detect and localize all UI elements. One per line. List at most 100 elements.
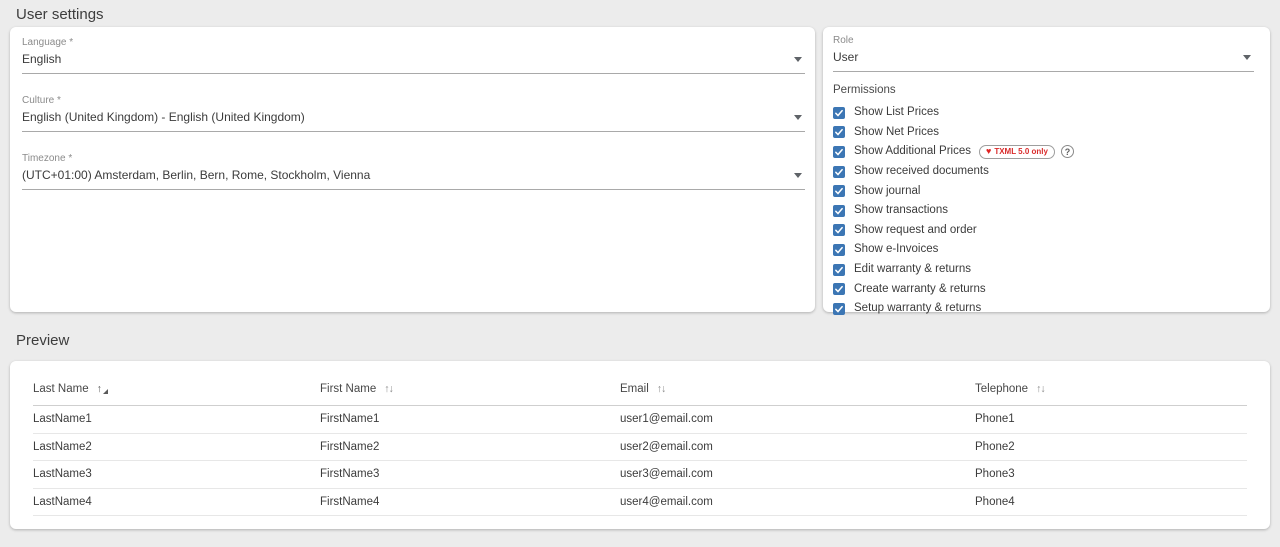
- preview-table-card: Last Name ↑ First Name ↑↓ Email ↑↓ Telephone ↑↓…: [10, 361, 1270, 529]
- checkbox-checked[interactable]: [833, 165, 845, 178]
- table-cell: LastName3: [33, 468, 92, 481]
- permissions-list: Show List Prices Show Net Prices Show Addi…: [833, 103, 1254, 319]
- table-cell: LastName2: [33, 440, 92, 453]
- permission-item[interactable]: Show journal: [833, 181, 1254, 201]
- permission-label[interactable]: Show e-Invoices: [854, 243, 938, 256]
- permission-item[interactable]: Create warranty & returns: [833, 279, 1254, 299]
- table-header-row: Last Name ↑ First Name ↑↓ Email ↑↓ Telephone ↑↓: [33, 373, 1247, 406]
- page-title: User settings: [16, 6, 104, 23]
- checkmark-icon: [835, 305, 843, 313]
- chevron-down-icon: [794, 173, 802, 178]
- table-cell: Phone2: [975, 440, 1015, 453]
- permission-label[interactable]: Show Additional Prices: [854, 145, 971, 158]
- language-select[interactable]: English: [22, 53, 805, 74]
- permission-label[interactable]: Edit warranty & returns: [854, 263, 971, 276]
- timezone-select[interactable]: (UTC+01:00) Amsterdam, Berlin, Bern, Rom…: [22, 169, 805, 190]
- language-value: English: [22, 52, 62, 66]
- permission-item[interactable]: Show e-Invoices: [833, 240, 1254, 260]
- sort-arrow-up: ↑: [96, 382, 102, 395]
- column-header-label: First Name: [320, 383, 377, 395]
- timezone-value: (UTC+01:00) Amsterdam, Berlin, Bern, Rom…: [22, 168, 371, 182]
- table-row: LastName4 FirstName4 user4@email.com Phone4: [33, 489, 1247, 516]
- permission-item[interactable]: Show received documents: [833, 162, 1254, 182]
- sort-both-icon: ↑↓: [1036, 382, 1045, 395]
- txml-only-badge: ♥ TXML 5.0 only: [978, 144, 1055, 159]
- culture-label: Culture *: [22, 95, 61, 106]
- sort-ascending-icon: ↑: [96, 382, 108, 395]
- chevron-down-icon: [794, 115, 802, 120]
- role-select[interactable]: User: [833, 51, 1254, 72]
- table-row: LastName1 FirstName1 user1@email.com Phone1: [33, 406, 1247, 434]
- role-label: Role: [833, 35, 854, 46]
- permission-item[interactable]: Show transactions: [833, 201, 1254, 221]
- checkbox-checked[interactable]: [833, 302, 845, 315]
- checkbox-checked[interactable]: [833, 126, 845, 139]
- permission-item[interactable]: Setup warranty & returns: [833, 299, 1254, 319]
- permission-item[interactable]: Show List Prices: [833, 103, 1254, 123]
- permission-label[interactable]: Show transactions: [854, 204, 948, 217]
- checkmark-icon: [835, 266, 843, 274]
- role-value: User: [833, 50, 859, 64]
- culture-field: Culture * English (United Kingdom) - Eng…: [22, 95, 805, 132]
- checkbox-checked[interactable]: [833, 263, 845, 276]
- checkbox-checked[interactable]: [833, 204, 845, 217]
- table-cell: FirstName2: [320, 440, 380, 453]
- language-field: Language * English: [22, 37, 805, 74]
- culture-value: English (United Kingdom) - English (Unit…: [22, 110, 305, 124]
- chevron-down-icon: [1243, 55, 1251, 60]
- checkbox-checked[interactable]: [833, 243, 845, 256]
- badge-label: TXML 5.0 only: [994, 147, 1048, 157]
- permission-label[interactable]: Show journal: [854, 185, 920, 198]
- permission-label[interactable]: Setup warranty & returns: [854, 302, 981, 315]
- column-header-last-name[interactable]: Last Name ↑: [33, 383, 320, 395]
- checkmark-icon: [835, 148, 843, 156]
- checkmark-icon: [835, 168, 843, 176]
- help-circle-icon[interactable]: ?: [1060, 145, 1074, 159]
- checkbox-checked[interactable]: [833, 224, 845, 237]
- checkmark-icon: [835, 227, 843, 234]
- table-cell: user2@email.com: [620, 440, 713, 453]
- column-header-first-name[interactable]: First Name ↑↓: [320, 383, 620, 395]
- permission-label[interactable]: Show Net Prices: [854, 126, 939, 139]
- culture-select[interactable]: English (United Kingdom) - English (Unit…: [22, 111, 805, 132]
- checkbox-checked[interactable]: [833, 283, 845, 296]
- permission-item[interactable]: Show Net Prices: [833, 123, 1254, 143]
- sort-direction-triangle: [102, 388, 108, 394]
- permission-label[interactable]: Show List Prices: [854, 106, 939, 119]
- table-cell: LastName1: [33, 413, 92, 426]
- permission-label[interactable]: Show request and order: [854, 224, 977, 237]
- table-cell: Phone3: [975, 468, 1015, 481]
- permission-item[interactable]: Edit warranty & returns: [833, 260, 1254, 280]
- column-header-label: Last Name: [33, 383, 89, 395]
- table-cell: LastName4: [33, 495, 92, 508]
- permission-item[interactable]: Show request and order: [833, 221, 1254, 241]
- column-header-telephone[interactable]: Telephone ↑↓: [975, 383, 1247, 395]
- permission-label[interactable]: Create warranty & returns: [854, 283, 986, 296]
- table-cell: FirstName4: [320, 495, 380, 508]
- checkmark-icon: [835, 129, 843, 136]
- preview-title: Preview: [16, 332, 70, 349]
- checkmark-icon: [835, 207, 843, 215]
- timezone-label: Timezone *: [22, 153, 73, 164]
- checkbox-checked[interactable]: [833, 145, 845, 158]
- language-label: Language *: [22, 37, 74, 48]
- column-header-email[interactable]: Email ↑↓: [620, 383, 975, 395]
- checkmark-icon: [835, 286, 843, 293]
- role-permissions-card: Role User Permissions Show List Prices Sh…: [823, 27, 1270, 315]
- checkmark-icon: [835, 246, 843, 254]
- table-cell: user4@email.com: [620, 495, 713, 508]
- table-cell: user3@email.com: [620, 468, 713, 481]
- chevron-down-icon: [794, 57, 802, 62]
- table-row: LastName2 FirstName2 user2@email.com Phone2: [33, 434, 1247, 461]
- checkbox-checked[interactable]: [833, 185, 845, 198]
- checkbox-checked[interactable]: [833, 106, 845, 119]
- permission-label[interactable]: Show received documents: [854, 165, 989, 178]
- settings-cards-row: Language * English Culture * English (Un…: [10, 27, 1270, 315]
- checkmark-icon: [835, 188, 843, 195]
- permission-item[interactable]: Show Additional Prices ♥ TXML 5.0 only?: [833, 142, 1254, 162]
- table-cell: user1@email.com: [620, 413, 713, 426]
- timezone-field: Timezone * (UTC+01:00) Amsterdam, Berlin…: [22, 153, 805, 190]
- sort-both-icon: ↑↓: [384, 382, 393, 395]
- table-cell: Phone1: [975, 413, 1015, 426]
- table-cell: FirstName3: [320, 468, 380, 481]
